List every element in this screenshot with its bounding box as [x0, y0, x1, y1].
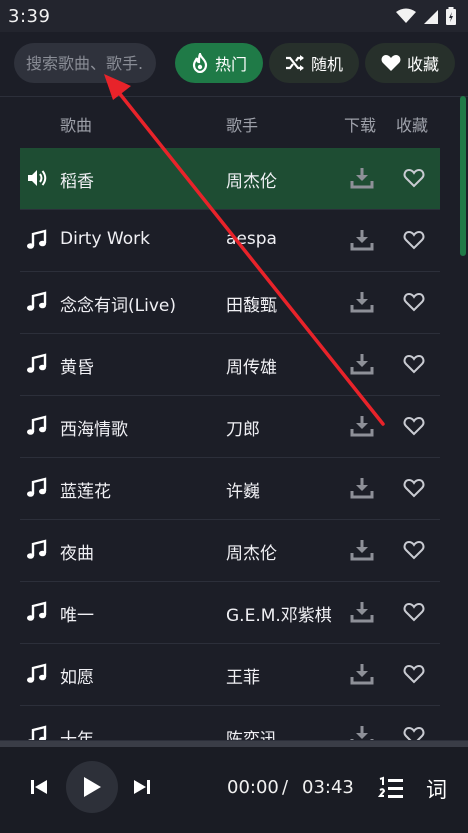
music-note-icon — [27, 291, 47, 311]
download-icon[interactable] — [350, 166, 374, 190]
song-artist: aespa — [226, 229, 277, 249]
heart-outline-icon[interactable] — [403, 415, 425, 437]
heart-outline-icon[interactable] — [403, 477, 425, 499]
shuffle-icon — [285, 55, 304, 71]
song-title: 夜曲 — [60, 544, 94, 564]
status-icons — [396, 7, 456, 25]
heart-outline-icon[interactable] — [403, 291, 425, 313]
heart-outline-icon[interactable] — [403, 601, 425, 623]
download-icon[interactable] — [350, 538, 374, 562]
download-icon[interactable] — [350, 290, 374, 314]
song-title: 念念有词(Live) — [60, 296, 176, 316]
download-icon[interactable] — [350, 662, 374, 686]
heart-outline-icon[interactable] — [403, 229, 425, 251]
column-song: 歌曲 — [60, 116, 93, 135]
song-artist: 周传雄 — [226, 358, 277, 378]
download-icon[interactable] — [350, 600, 374, 624]
song-artist: 周杰伦 — [226, 172, 277, 192]
play-icon — [84, 777, 101, 797]
song-row[interactable]: 如愿 王菲 — [20, 644, 440, 706]
song-artist: 许巍 — [226, 482, 260, 502]
heart-outline-icon[interactable] — [403, 353, 425, 375]
download-icon[interactable] — [350, 352, 374, 376]
music-note-icon — [27, 353, 47, 373]
heart-outline-icon[interactable] — [403, 167, 425, 189]
speaker-icon — [28, 170, 47, 186]
random-filter-button[interactable]: 随机 — [269, 43, 359, 83]
favorites-filter-button[interactable]: 收藏 — [365, 43, 455, 83]
song-artist: 周杰伦 — [226, 544, 277, 564]
music-note-icon — [27, 415, 47, 435]
download-icon[interactable] — [350, 476, 374, 500]
music-note-icon — [27, 601, 47, 621]
progress-bar[interactable] — [0, 741, 468, 747]
next-icon[interactable] — [132, 777, 152, 797]
flame-icon — [192, 53, 208, 73]
previous-icon[interactable] — [29, 777, 49, 797]
song-title: 如愿 — [60, 668, 94, 688]
signal-icon — [424, 10, 438, 24]
hot-filter-button[interactable]: 热门 — [175, 43, 263, 83]
battery-icon — [446, 7, 456, 25]
status-bar: 3:39 — [0, 0, 468, 32]
song-title: 蓝莲花 — [60, 482, 111, 502]
download-icon[interactable] — [350, 228, 374, 252]
playlist-icon[interactable] — [378, 775, 404, 801]
heart-outline-icon[interactable] — [403, 539, 425, 561]
list-header: 歌曲 歌手 下载 收藏 — [0, 96, 468, 148]
song-row[interactable]: 夜曲 周杰伦 — [20, 520, 440, 582]
play-button[interactable] — [66, 761, 118, 813]
song-row[interactable]: 稻香 周杰伦 — [20, 148, 440, 210]
song-row[interactable]: 念念有词(Live) 田馥甄 — [20, 272, 440, 334]
wifi-icon — [396, 8, 416, 23]
music-note-icon — [27, 477, 47, 497]
total-time: 03:43 — [302, 777, 354, 798]
player-bar: 00:00 / 03:43 词 — [0, 740, 468, 833]
heart-filled-icon — [381, 55, 401, 71]
search-input[interactable] — [14, 43, 156, 83]
scrollbar-thumb[interactable] — [460, 96, 466, 256]
heart-outline-icon[interactable] — [403, 663, 425, 685]
song-row[interactable]: 黄昏 周传雄 — [20, 334, 440, 396]
top-bar: 热门 随机 收藏 — [0, 32, 468, 97]
favorites-filter-label: 收藏 — [406, 55, 439, 74]
current-time: 00:00 — [227, 777, 279, 798]
song-artist: G.E.M.邓紫棋 — [226, 606, 332, 626]
music-note-icon — [27, 229, 47, 249]
column-download: 下载 — [344, 116, 377, 135]
music-note-icon — [27, 663, 47, 683]
column-artist: 歌手 — [226, 116, 259, 135]
song-row[interactable]: 蓝莲花 许巍 — [20, 458, 440, 520]
download-icon[interactable] — [350, 414, 374, 438]
song-list: 稻香 周杰伦 Dirty Work aespa 念念有词(Live) 田馥甄 黄昏 周传雄 西海… — [20, 148, 440, 768]
song-title: 唯一 — [60, 606, 94, 626]
time-separator: / — [282, 777, 289, 798]
column-favorite: 收藏 — [396, 116, 429, 135]
song-artist: 田馥甄 — [226, 296, 277, 316]
lyrics-button[interactable]: 词 — [426, 774, 447, 804]
song-title: 黄昏 — [60, 358, 94, 378]
song-artist: 王菲 — [226, 668, 260, 688]
song-title: Dirty Work — [60, 229, 150, 249]
song-row[interactable]: Dirty Work aespa — [20, 210, 440, 272]
song-title: 稻香 — [60, 172, 94, 192]
random-filter-label: 随机 — [310, 55, 343, 74]
song-title: 西海情歌 — [60, 420, 128, 440]
hot-filter-label: 热门 — [214, 55, 247, 74]
music-note-icon — [27, 539, 47, 559]
song-row[interactable]: 西海情歌 刀郎 — [20, 396, 440, 458]
status-time: 3:39 — [8, 5, 51, 27]
song-artist: 刀郎 — [226, 420, 260, 440]
song-row[interactable]: 唯一 G.E.M.邓紫棋 — [20, 582, 440, 644]
